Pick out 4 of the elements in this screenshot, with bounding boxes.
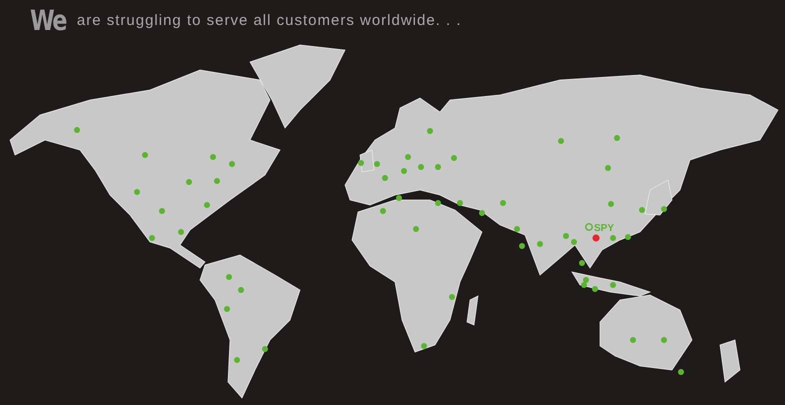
- logo-icon: [585, 223, 593, 231]
- title-text: are struggling to serve all customers worldwide. . .: [76, 12, 462, 28]
- title-lead: We: [30, 4, 66, 36]
- hq-label: SPY: [594, 223, 614, 234]
